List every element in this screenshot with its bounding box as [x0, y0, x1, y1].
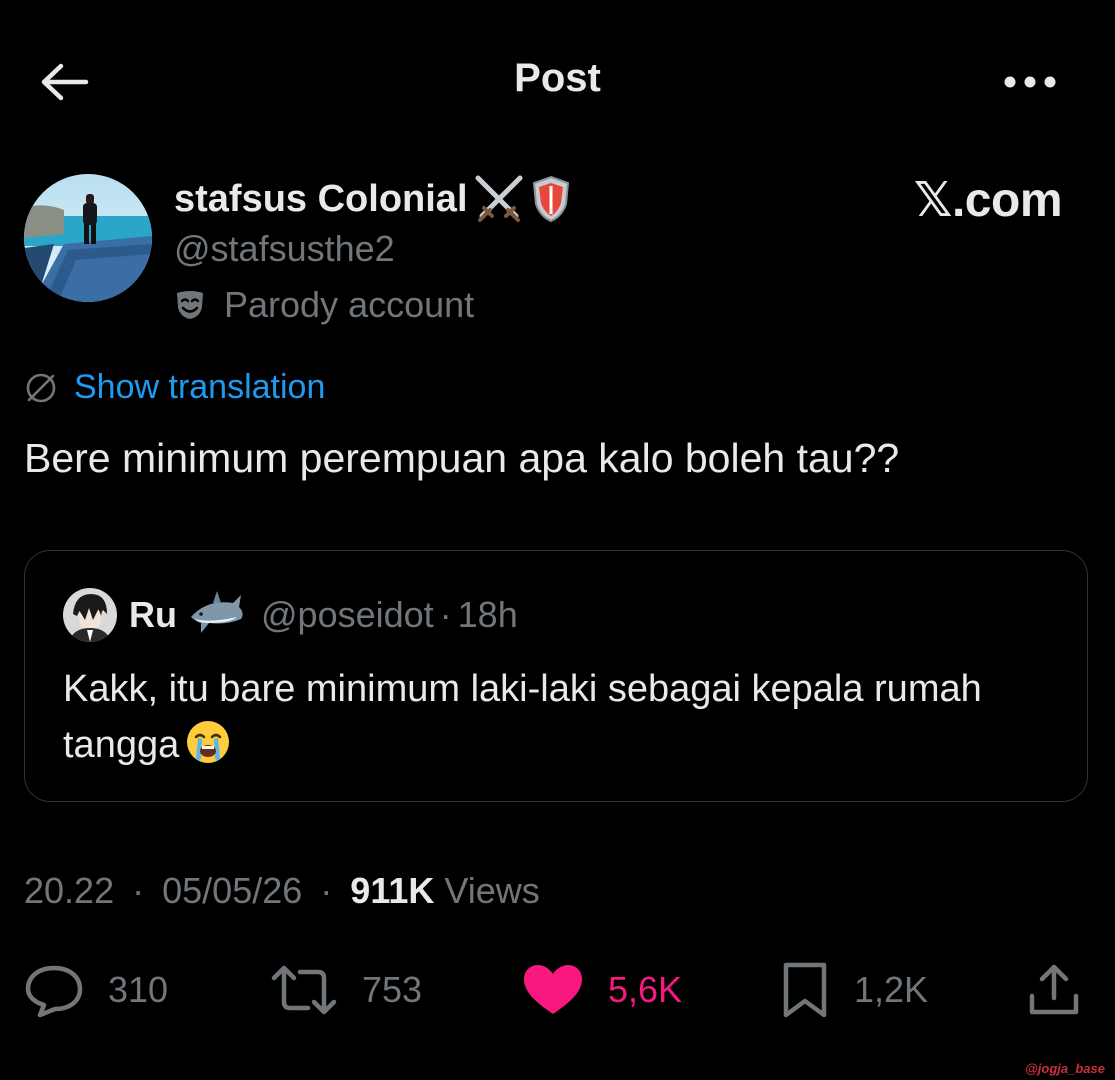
top-bar: Post: [0, 0, 1115, 165]
like-count: 5,6K: [608, 969, 683, 1010]
loudly-crying-face-icon: [185, 719, 231, 765]
more-options-button[interactable]: [1000, 62, 1060, 102]
show-translation-link[interactable]: Show translation: [24, 368, 325, 407]
share-button[interactable]: [1026, 950, 1082, 1030]
quoted-author-handle: @poseidot: [261, 594, 434, 635]
page-title: Post: [514, 56, 601, 100]
crossed-swords-icon: [472, 174, 526, 224]
reply-count: 310: [108, 969, 169, 1010]
views-label: Views: [444, 870, 540, 911]
meta-separator-dot: ·: [320, 870, 333, 911]
bookmark-count: 1,2K: [854, 969, 929, 1010]
shark-icon: [187, 587, 247, 643]
share-icon: [1029, 964, 1079, 1015]
author-name-text: stafsus Colonial: [174, 177, 468, 220]
heart-filled-icon: [524, 965, 582, 1014]
reply-icon: [25, 965, 83, 1018]
quoted-post-time: 18h: [457, 594, 518, 635]
quoted-author-avatar[interactable]: [63, 588, 117, 642]
author-handle[interactable]: @stafsusthe2: [174, 228, 395, 270]
x-com-logo: 𝕏.com: [913, 174, 1063, 227]
repost-icon: [271, 965, 337, 1015]
parody-label-text: Parody account: [224, 284, 475, 325]
author-display-name[interactable]: stafsus Colonial: [174, 174, 572, 224]
repost-button[interactable]: 753: [270, 950, 422, 1030]
repost-count: 753: [362, 969, 423, 1010]
bookmark-button[interactable]: 1,2K: [780, 950, 928, 1030]
action-bar: 310 753 5,6K 1,2K: [0, 950, 1115, 1030]
views-count[interactable]: 911K: [350, 870, 434, 911]
globe-slash-icon: [24, 371, 58, 405]
like-button[interactable]: 5,6K: [522, 950, 682, 1030]
more-horizontal-icon: [1004, 76, 1056, 88]
theater-mask-icon: [174, 289, 206, 321]
quoted-post-text: Kakk, itu bare minimum laki-laki sebagai…: [63, 661, 1053, 773]
quoted-separator-dot: ·: [439, 594, 452, 635]
post-author: stafsus Colonial @stafsusthe2 Parody acc…: [24, 172, 1084, 342]
watermark: @jogja_base: [1025, 1061, 1105, 1076]
author-avatar[interactable]: [24, 174, 152, 302]
quoted-post-header: Ru @poseidot · 18h: [63, 587, 518, 643]
quoted-author-name: Ru: [129, 594, 177, 635]
shield-icon: [530, 174, 572, 224]
meta-separator-dot: ·: [132, 870, 145, 911]
post-time: 20.22: [24, 870, 115, 911]
post-date: 05/05/26: [162, 870, 303, 911]
reply-button[interactable]: 310: [24, 950, 168, 1030]
bookmark-icon: [783, 962, 827, 1018]
post-metadata: 20.22 · 05/05/26 · 911K Views: [24, 870, 540, 912]
parody-label: Parody account: [174, 284, 474, 326]
post-text: Bere minimum perempuan apa kalo boleh ta…: [24, 435, 900, 481]
show-translation-label: Show translation: [74, 368, 326, 406]
quoted-post[interactable]: Ru @poseidot · 18h Kakk, itu bare minimu…: [24, 550, 1088, 802]
